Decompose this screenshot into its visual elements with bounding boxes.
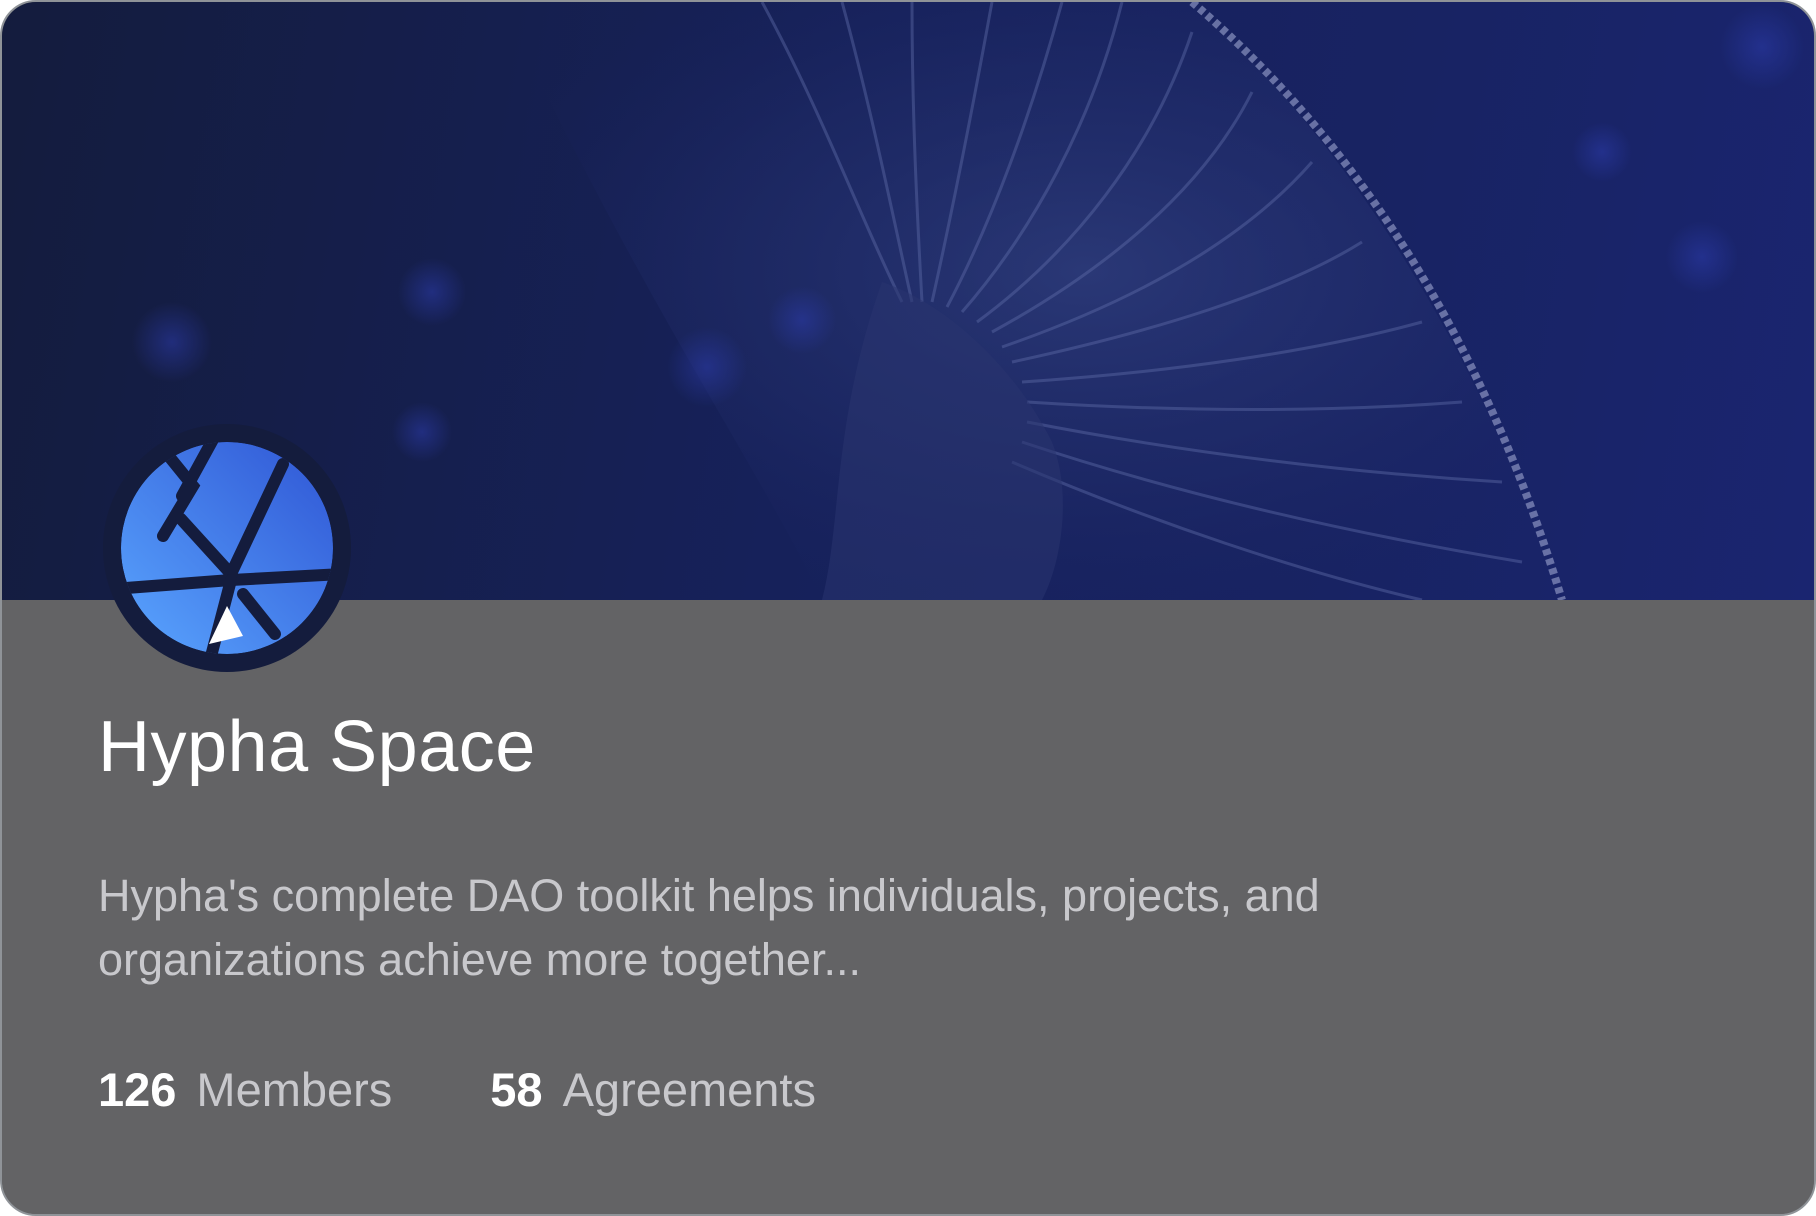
members-label: Members — [196, 1063, 393, 1116]
members-stat: 126 Members — [98, 1060, 392, 1120]
space-stats: 126 Members 58 Agreements — [98, 1060, 816, 1120]
agreements-stat: 58 Agreements — [490, 1060, 816, 1120]
space-description: Hypha's complete DAO toolkit helps indiv… — [98, 870, 1320, 985]
agreements-count: 58 — [490, 1063, 543, 1116]
hypha-logo-icon — [121, 442, 333, 654]
space-card[interactable]: Hypha Space Hypha's complete DAO toolkit… — [0, 0, 1816, 1216]
space-logo — [103, 424, 351, 672]
members-count: 126 — [98, 1063, 177, 1116]
agreements-label: Agreements — [562, 1063, 816, 1116]
space-title[interactable]: Hypha Space — [98, 702, 536, 792]
